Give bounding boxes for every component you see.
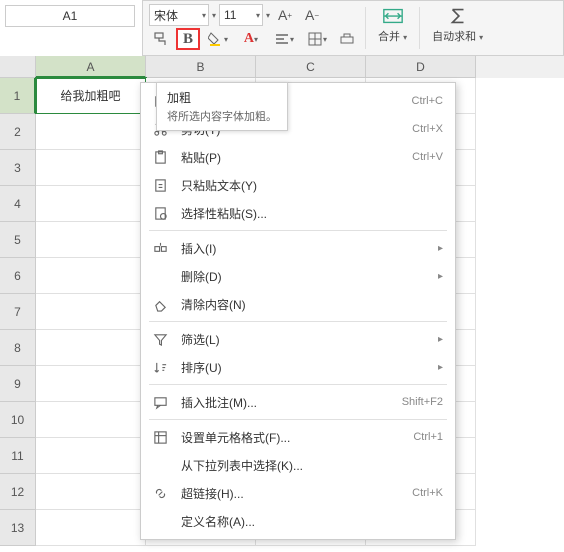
row-header[interactable]: 9 [0, 366, 36, 402]
context-menu-item[interactable]: 清除内容(N) [141, 290, 455, 318]
row-header[interactable]: 11 [0, 438, 36, 474]
context-menu-shortcut: Ctrl+X [412, 123, 443, 135]
cell-style-button[interactable] [335, 28, 359, 50]
submenu-arrow-icon: ▸ [438, 362, 443, 373]
row-header[interactable]: 4 [0, 186, 36, 222]
submenu-arrow-icon: ▸ [438, 271, 443, 282]
bold-tooltip: 加粗 将所选内容字体加粗。 [156, 82, 288, 131]
context-menu-shortcut: Shift+F2 [402, 396, 443, 408]
row-header[interactable]: 13 [0, 510, 36, 546]
context-menu-shortcut: Ctrl+C [412, 95, 443, 107]
ribbon-toolbar: 宋体▾ ▾ 11▾ ▾ A+ A− B ▾ A▾ ▾ [142, 0, 564, 56]
row-header[interactable]: 5 [0, 222, 36, 258]
format-icon [151, 430, 169, 445]
row-header[interactable]: 7 [0, 294, 36, 330]
context-menu-shortcut: Ctrl+K [412, 487, 443, 499]
font-size-select[interactable]: 11▾ [219, 4, 263, 26]
border-button[interactable]: ▾ [302, 28, 332, 50]
context-menu-label: 插入(I) [181, 240, 426, 257]
cell[interactable] [36, 474, 146, 510]
column-header[interactable]: B [146, 56, 256, 78]
font-name-dropdown[interactable]: ▾ [212, 11, 216, 20]
font-size-dropdown[interactable]: ▾ [266, 11, 270, 20]
cell[interactable] [36, 294, 146, 330]
paste-special-icon [151, 206, 169, 221]
link-icon [151, 486, 169, 501]
context-menu-label: 设置单元格格式(F)... [181, 429, 401, 446]
name-box[interactable]: A1 [5, 5, 135, 27]
context-menu-label: 超链接(H)... [181, 485, 400, 502]
insert-icon [151, 241, 169, 256]
row-header[interactable]: 12 [0, 474, 36, 510]
cell[interactable] [36, 438, 146, 474]
context-menu-item[interactable]: 筛选(L) ▸ [141, 325, 455, 353]
submenu-arrow-icon: ▸ [438, 334, 443, 345]
submenu-arrow-icon: ▸ [438, 243, 443, 254]
select-all-corner[interactable] [0, 56, 36, 78]
comment-icon [151, 395, 169, 410]
context-menu-label: 从下拉列表中选择(K)... [181, 457, 443, 474]
column-header[interactable]: D [366, 56, 476, 78]
context-menu-label: 定义名称(A)... [181, 513, 443, 530]
cell[interactable] [36, 222, 146, 258]
name-box-value: A1 [63, 9, 78, 23]
cell[interactable] [36, 114, 146, 150]
decrease-font-button[interactable]: A− [300, 4, 324, 26]
context-menu: 复制(C)Ctrl+C剪切(T)Ctrl+X粘贴(P)Ctrl+V只粘贴文本(Y… [140, 82, 456, 540]
context-menu-item[interactable]: 超链接(H)... Ctrl+K [141, 479, 455, 507]
filter-icon [151, 332, 169, 347]
context-menu-label: 选择性粘贴(S)... [181, 205, 443, 222]
row-header[interactable]: 2 [0, 114, 36, 150]
context-menu-item[interactable]: 从下拉列表中选择(K)... [141, 451, 455, 479]
format-painter-button[interactable] [149, 28, 173, 50]
cell[interactable] [36, 258, 146, 294]
cell[interactable] [36, 150, 146, 186]
paste-text-icon [151, 178, 169, 193]
tooltip-title: 加粗 [167, 89, 277, 106]
context-menu-item[interactable]: 删除(D) ▸ [141, 262, 455, 290]
active-cell[interactable]: 给我加粗吧 [36, 78, 146, 114]
sort-icon [151, 360, 169, 375]
font-color-button[interactable]: A▾ [236, 28, 266, 50]
font-name-select[interactable]: 宋体▾ [149, 4, 209, 26]
context-menu-item[interactable]: 定义名称(A)... [141, 507, 455, 535]
context-menu-item[interactable]: 插入批注(M)... Shift+F2 [141, 388, 455, 416]
clear-icon [151, 297, 169, 312]
context-menu-item[interactable]: 排序(U) ▸ [141, 353, 455, 381]
context-menu-item[interactable]: 粘贴(P) Ctrl+V [141, 143, 455, 171]
context-menu-label: 排序(U) [181, 359, 426, 376]
column-header[interactable]: A [36, 56, 146, 78]
increase-font-button[interactable]: A+ [273, 4, 297, 26]
row-header[interactable]: 3 [0, 150, 36, 186]
merge-button[interactable]: 合并 ▾ [372, 4, 413, 52]
cell[interactable] [36, 510, 146, 546]
column-header[interactable]: C [256, 56, 366, 78]
cell[interactable] [36, 330, 146, 366]
row-header[interactable]: 10 [0, 402, 36, 438]
paste-icon [151, 150, 169, 165]
context-menu-label: 只粘贴文本(Y) [181, 177, 443, 194]
cell[interactable] [36, 402, 146, 438]
autosum-button[interactable]: 自动求和 ▾ [426, 4, 489, 52]
context-menu-label: 删除(D) [181, 268, 426, 285]
cell[interactable] [36, 186, 146, 222]
row-header[interactable]: 8 [0, 330, 36, 366]
context-menu-shortcut: Ctrl+V [412, 151, 443, 163]
tooltip-desc: 将所选内容字体加粗。 [167, 108, 277, 124]
context-menu-label: 插入批注(M)... [181, 394, 390, 411]
context-menu-label: 清除内容(N) [181, 296, 443, 313]
align-button[interactable]: ▾ [269, 28, 299, 50]
fill-color-button[interactable]: ▾ [203, 28, 233, 50]
context-menu-item[interactable]: 选择性粘贴(S)... [141, 199, 455, 227]
context-menu-item[interactable]: 只粘贴文本(Y) [141, 171, 455, 199]
context-menu-item[interactable]: 插入(I) ▸ [141, 234, 455, 262]
bold-button[interactable]: B [176, 28, 200, 50]
context-menu-label: 筛选(L) [181, 331, 426, 348]
context-menu-label: 粘贴(P) [181, 149, 400, 166]
context-menu-item[interactable]: 设置单元格格式(F)... Ctrl+1 [141, 423, 455, 451]
context-menu-shortcut: Ctrl+1 [413, 431, 443, 443]
row-header[interactable]: 6 [0, 258, 36, 294]
row-header[interactable]: 1 [0, 78, 36, 114]
cell[interactable] [36, 366, 146, 402]
